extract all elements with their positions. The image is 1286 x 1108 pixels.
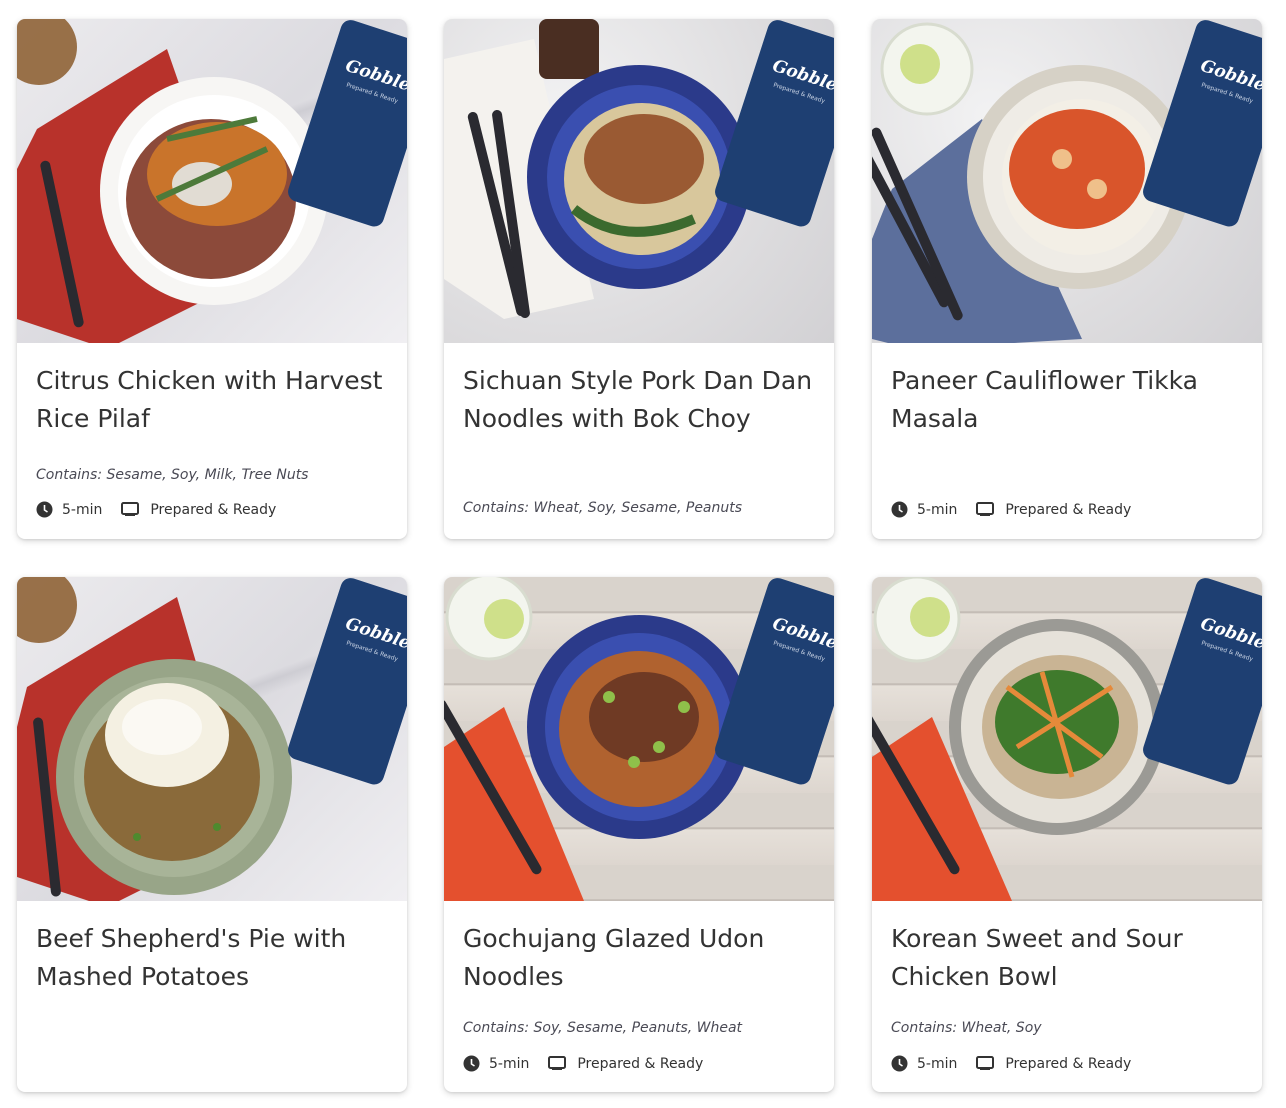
- prep-time: 5-min: [489, 1055, 530, 1072]
- meal-photo[interactable]: Gobble Prepared & Ready: [872, 577, 1262, 901]
- meal-title[interactable]: Paneer Cauliflower Tikka Masala: [891, 362, 1241, 437]
- allergens: Contains: Wheat, Soy: [891, 1020, 1042, 1036]
- meal-photo[interactable]: Gobble Prepared & Ready: [444, 19, 834, 343]
- meal-card[interactable]: Gobble Prepared & Ready Sichuan Style Po…: [444, 19, 834, 539]
- meal-photo[interactable]: Gobble Prepared & Ready: [17, 19, 407, 343]
- meal-photo[interactable]: Gobble Prepared & Ready: [17, 577, 407, 901]
- allergens: Contains: Sesame, Soy, Milk, Tree Nuts: [36, 467, 309, 483]
- meal-card[interactable]: Gobble Prepared & Ready Korean Sweet and…: [872, 577, 1262, 1092]
- meal-title[interactable]: Gochujang Glazed Udon Noodles: [463, 920, 813, 995]
- meal-box-icon: [976, 1056, 995, 1070]
- meal-title[interactable]: Beef Shepherd's Pie with Mashed Potatoes: [36, 920, 386, 995]
- clock-icon: [891, 501, 908, 518]
- allergens: Contains: Soy, Sesame, Peanuts, Wheat: [463, 1020, 743, 1036]
- prep-time: 5-min: [917, 1055, 958, 1072]
- meal-photo[interactable]: Gobble Prepared & Ready: [444, 577, 834, 901]
- meal-type: Prepared & Ready: [577, 1055, 704, 1072]
- meal-type: Prepared & Ready: [1005, 1055, 1132, 1072]
- meal-meta: 5-min Prepared & Ready: [463, 1055, 703, 1072]
- clock-icon: [463, 1055, 480, 1072]
- meal-meta: 5-min Prepared & Ready: [891, 1055, 1131, 1072]
- clock-icon: [891, 1055, 908, 1072]
- clock-icon: [36, 501, 53, 518]
- meal-meta: 5-min Prepared & Ready: [891, 501, 1131, 518]
- meal-title[interactable]: Sichuan Style Pork Dan Dan Noodles with …: [463, 362, 813, 437]
- meal-meta: 5-min Prepared & Ready: [36, 501, 276, 518]
- allergens: Contains: Wheat, Soy, Sesame, Peanuts: [463, 500, 743, 516]
- meal-card[interactable]: Gobble Prepared & Ready Gochujang Glazed…: [444, 577, 834, 1092]
- meal-title[interactable]: Korean Sweet and Sour Chicken Bowl: [891, 920, 1241, 995]
- meal-box-icon: [121, 502, 140, 516]
- meal-card[interactable]: Gobble Prepared & Ready Paneer Cauliflow…: [872, 19, 1262, 539]
- meal-card[interactable]: Gobble Prepared & Ready Beef Shepherd's …: [17, 577, 407, 1092]
- prep-time: 5-min: [62, 501, 103, 518]
- meal-type: Prepared & Ready: [1005, 501, 1132, 518]
- meal-box-icon: [976, 502, 995, 516]
- prep-time: 5-min: [917, 501, 958, 518]
- meal-type: Prepared & Ready: [150, 501, 277, 518]
- meal-photo[interactable]: Gobble Prepared & Ready: [872, 19, 1262, 343]
- meal-card[interactable]: Gobble Prepared & Ready Citrus Chicken w…: [17, 19, 407, 539]
- meal-box-icon: [548, 1056, 567, 1070]
- meal-title[interactable]: Citrus Chicken with Harvest Rice Pilaf: [36, 362, 386, 437]
